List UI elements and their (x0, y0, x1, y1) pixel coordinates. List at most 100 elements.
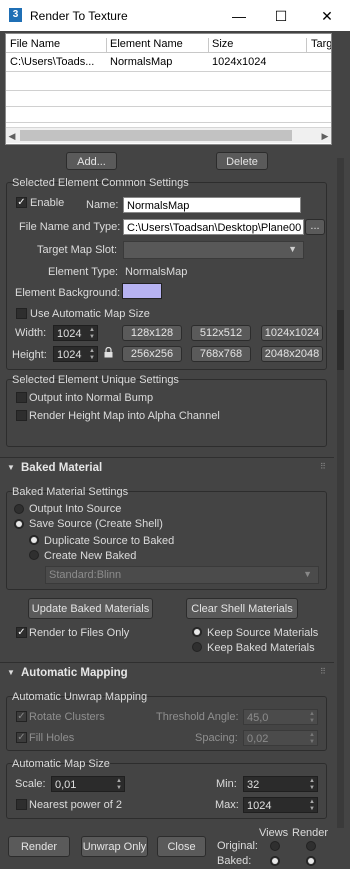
create-new-baked-radio[interactable] (29, 550, 39, 560)
width-spinner[interactable]: 1024 ▲ ▼ (53, 325, 98, 341)
size-preset-256[interactable]: 256x256 (122, 346, 182, 362)
fill-holes-checkbox[interactable]: ✓ (16, 732, 27, 743)
row-file: C:\Users\Toads... (10, 56, 95, 68)
material-type-dropdown[interactable]: Standard:Blinn ▼ (45, 566, 319, 584)
keep-baked-label: Keep Baked Materials (207, 642, 315, 654)
duplicate-source-radio[interactable] (29, 535, 39, 545)
name-label: Name: (86, 199, 119, 211)
column-element-name[interactable]: Element Name (110, 38, 183, 50)
add-button[interactable]: Add... (66, 152, 117, 170)
list-header: File Name Element Name Size Targ (6, 34, 331, 57)
normal-bump-checkbox[interactable] (16, 392, 27, 403)
column-target[interactable]: Targ (311, 38, 331, 50)
enable-checkbox[interactable]: ✓ (16, 197, 27, 208)
max-spinner[interactable]: 1024 ▲ ▼ (243, 797, 318, 813)
clear-shell-materials-button[interactable]: Clear Shell Materials (186, 598, 298, 619)
keep-source-radio[interactable] (192, 627, 202, 637)
maximize-button[interactable]: ☐ (268, 5, 294, 27)
threshold-angle-label: Threshold Angle: (156, 711, 239, 723)
delete-button[interactable]: Delete (216, 152, 268, 170)
keep-baked-radio[interactable] (192, 642, 202, 652)
output-into-source-radio[interactable] (14, 504, 24, 514)
size-preset-2048[interactable]: 2048x2048 (261, 346, 323, 362)
common-settings-title: Selected Element Common Settings (12, 177, 189, 189)
size-preset-1024[interactable]: 1024x1024 (261, 325, 323, 341)
fill-holes-label: Fill Holes (29, 732, 75, 744)
original-views-radio[interactable] (270, 841, 280, 851)
scale-label: Scale: (15, 778, 46, 790)
render-button[interactable]: Render (8, 836, 70, 857)
views-column-label: Views (259, 827, 289, 839)
file-name-input[interactable]: C:\Users\Toadsan\Desktop\Plane00 (123, 219, 304, 235)
render-column-label: Render (292, 827, 329, 839)
element-type-label: Element Type: (48, 266, 119, 278)
baked-label: Baked: (217, 855, 252, 867)
scroll-left-icon[interactable]: ◀ (6, 129, 18, 143)
baked-material-title: Baked Material (21, 462, 103, 474)
render-to-files-label: Render to Files Only (29, 627, 130, 639)
list-row[interactable]: C:\Users\Toads... NormalsMap 1024x1024 (6, 53, 331, 72)
map-size-title: Automatic Map Size (12, 758, 110, 770)
rollout-grip-icon: ⠿ (320, 667, 326, 676)
render-to-files-checkbox[interactable]: ✓ (16, 627, 27, 638)
duplicate-source-label: Duplicate Source to Baked (44, 535, 175, 547)
auto-map-size-checkbox[interactable] (16, 308, 27, 319)
target-map-slot-label: Target Map Slot: (37, 244, 118, 256)
keep-source-label: Keep Source Materials (207, 627, 319, 639)
spacing-label: Spacing: (195, 732, 238, 744)
dropdown-arrow-icon: ▼ (303, 569, 312, 579)
normal-bump-label: Output into Normal Bump (29, 392, 154, 404)
unwrap-only-button[interactable]: Unwrap Only (81, 836, 148, 857)
size-preset-512[interactable]: 512x512 (191, 325, 251, 341)
browse-button[interactable]: ... (305, 219, 325, 235)
create-new-baked-label: Create New Baked (44, 550, 137, 562)
automatic-mapping-title: Automatic Mapping (21, 667, 128, 679)
background-color-swatch[interactable] (122, 283, 162, 299)
minimize-button[interactable]: — (226, 5, 252, 27)
min-spinner[interactable]: 32 ▲ ▼ (243, 776, 318, 792)
height-label: Height: (12, 349, 47, 361)
scale-spinner[interactable]: 0,01 ▲ ▼ (51, 776, 125, 792)
width-label: Width: (15, 327, 47, 339)
title-bar: 3 Render To Texture — ☐ ✕ (0, 0, 350, 31)
row-size: 1024x1024 (212, 56, 267, 68)
name-input[interactable]: NormalsMap (123, 197, 301, 213)
element-type-value: NormalsMap (125, 266, 188, 278)
size-preset-128[interactable]: 128x128 (122, 325, 182, 341)
baked-render-radio[interactable] (306, 856, 316, 866)
max-label: Max: (215, 799, 239, 811)
baked-views-radio[interactable] (270, 856, 280, 866)
column-file-name[interactable]: File Name (10, 38, 60, 50)
nearest-power-checkbox[interactable] (16, 799, 27, 810)
height-spinner[interactable]: 1024 ▲ ▼ (53, 346, 98, 362)
baked-settings-title: Baked Material Settings (12, 486, 129, 498)
close-button[interactable]: Close (157, 836, 206, 857)
enable-label: Enable (30, 197, 65, 209)
automatic-mapping-rollout-header[interactable]: ▼ Automatic Mapping ⠿ (0, 664, 334, 686)
collapse-caret-icon[interactable]: ▼ (7, 463, 15, 472)
spacing-spinner[interactable]: 0,02 ▲ ▼ (243, 730, 318, 746)
window-title: Render To Texture (30, 9, 128, 23)
element-background-label: Element Background: (15, 287, 121, 299)
baked-material-rollout-header[interactable]: ▼ Baked Material ⠿ (0, 459, 334, 481)
threshold-angle-spinner[interactable]: 45,0 ▲ ▼ (243, 709, 318, 725)
original-render-radio[interactable] (306, 841, 316, 851)
save-source-radio[interactable] (14, 519, 24, 529)
unwrap-mapping-title: Automatic Unwrap Mapping (12, 691, 148, 703)
close-window-button[interactable]: ✕ (314, 5, 340, 27)
height-alpha-checkbox[interactable] (16, 410, 27, 421)
collapse-caret-icon[interactable]: ▼ (7, 668, 15, 677)
panel-scrollbar[interactable] (337, 158, 344, 828)
rotate-clusters-checkbox[interactable]: ✓ (16, 711, 27, 722)
lock-icon[interactable] (104, 346, 113, 361)
rotate-clusters-label: Rotate Clusters (29, 711, 105, 723)
scroll-right-icon[interactable]: ▶ (319, 129, 331, 143)
column-size[interactable]: Size (212, 38, 233, 50)
min-label: Min: (216, 778, 237, 790)
horizontal-scrollbar[interactable]: ◀ ▶ (6, 127, 331, 143)
size-preset-768[interactable]: 768x768 (191, 346, 251, 362)
panel-scroll-thumb[interactable] (337, 310, 344, 370)
scroll-thumb[interactable] (20, 130, 292, 141)
target-map-slot-dropdown[interactable]: ▼ (123, 241, 304, 259)
update-baked-materials-button[interactable]: Update Baked Materials (28, 598, 153, 619)
